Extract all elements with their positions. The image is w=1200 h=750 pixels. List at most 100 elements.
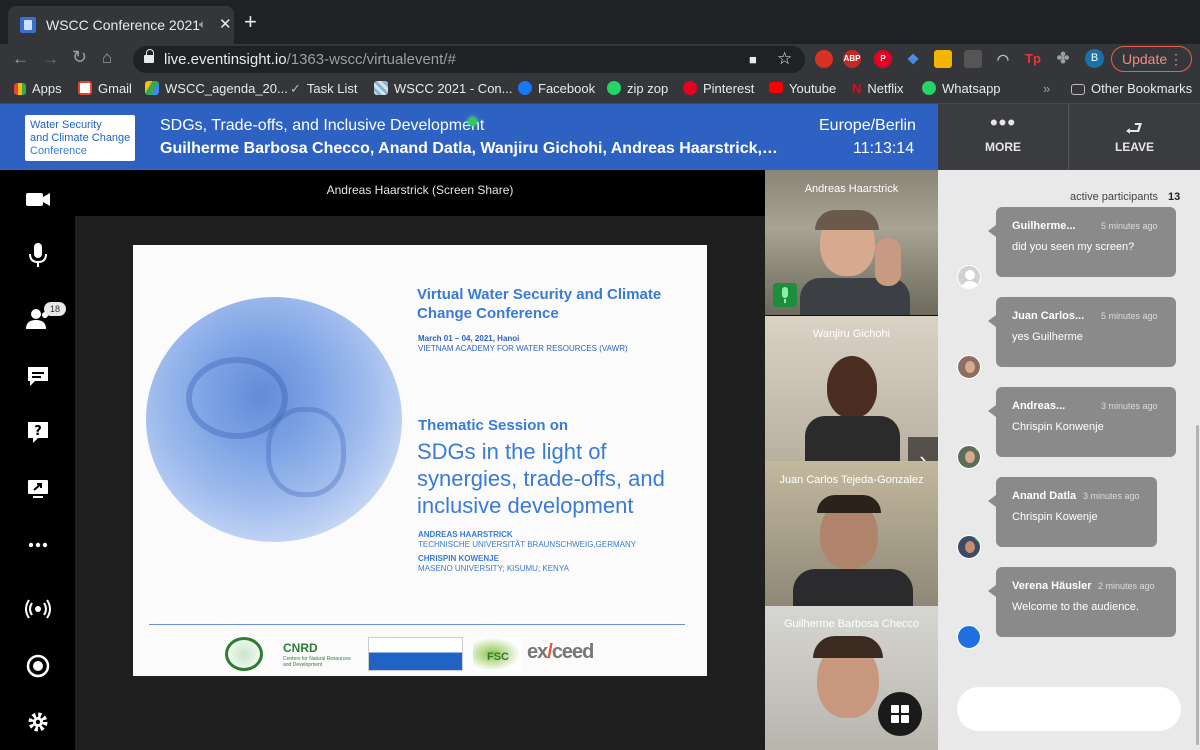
chat-message: Verena Häusler 2 minutes ago Welcome to … <box>988 567 1176 637</box>
bookmark-task-list[interactable]: ✓ Task List <box>290 81 357 97</box>
video-name-wanjiru: Wanjiru Gichohi <box>812 328 891 340</box>
svg-text:?: ? <box>34 424 42 439</box>
slide-conference-title: Virtual Water Security and Climate Chang… <box>417 286 662 322</box>
forward-arrow-icon[interactable]: → <box>42 49 59 69</box>
bookmarks-bar: Apps Gmail WSCC_agenda_20... ✓ Task List … <box>0 74 1200 104</box>
extensions-puzzle-icon[interactable]: ✤ <box>1054 50 1072 68</box>
left-toolbar: ? <box>0 170 75 750</box>
bookmark-gmail[interactable]: Gmail <box>78 81 132 96</box>
bookmark-wscc-agenda[interactable]: WSCC_agenda_20... <box>145 81 288 96</box>
address-bar[interactable]: live.eventinsight.io/1363-wscc/virtualev… <box>133 46 805 73</box>
wscc-logo: Water Security and Climate Change Confer… <box>25 115 135 161</box>
participant-hand <box>875 238 901 286</box>
participant-shirt <box>805 416 900 461</box>
fsc-logo: FSC <box>473 637 521 671</box>
participant-hair <box>817 495 881 513</box>
kebab-menu-icon: ⋮ <box>1169 51 1183 67</box>
more-dots-icon: ••• <box>989 110 1017 135</box>
bookmark-pinterest[interactable]: Pinterest <box>683 81 754 96</box>
chat-avatar <box>957 445 981 469</box>
chat-message: Andreas... 3 minutes ago Chrispin Konwen… <box>988 387 1176 457</box>
adblock-plus-icon[interactable]: ABP <box>843 50 861 68</box>
chat-message-input[interactable] <box>957 687 1181 731</box>
active-participants-count: 13 <box>1168 191 1181 203</box>
youtube-icon <box>769 82 783 93</box>
chat-avatar <box>957 535 981 559</box>
active-participants-label: active participants <box>1070 191 1159 203</box>
bookmark-youtube[interactable]: Youtube <box>769 81 836 96</box>
chat-avatar <box>957 625 981 649</box>
new-tab-button[interactable]: + <box>244 11 257 33</box>
more-options-icon[interactable] <box>24 531 52 559</box>
chat-scrollbar[interactable] <box>1196 425 1199 745</box>
chat-icon[interactable] <box>24 363 52 391</box>
screen-share-icon[interactable] <box>24 474 52 502</box>
tp-extension-icon[interactable]: Tp <box>1024 50 1042 68</box>
live-indicator-icon <box>468 117 477 126</box>
extension-stop-icon[interactable] <box>815 50 833 68</box>
pinterest-extension-icon[interactable]: P <box>874 50 892 68</box>
facebook-icon <box>518 81 532 95</box>
chat-avatar <box>957 355 981 379</box>
notes-extension-icon[interactable] <box>934 50 952 68</box>
questions-icon[interactable]: ? <box>24 418 52 446</box>
participant-hair <box>815 210 879 230</box>
bookmark-apps[interactable]: Apps <box>14 81 62 96</box>
timezone-label: Europe/Berlin <box>819 117 916 134</box>
screen-share-label: Andreas Haarstrick (Screen Share) <box>326 183 514 197</box>
chat-message: Anand Datla 3 minutes ago Chrispin Kowen… <box>988 477 1157 547</box>
reload-icon[interactable]: ↻ <box>72 47 87 68</box>
other-bookmarks[interactable]: Other Bookmarks <box>1071 81 1192 96</box>
video-name-guilherme: Guilherme Barbosa Checco <box>783 618 920 630</box>
arc-extension-icon[interactable]: ◠ <box>994 50 1012 68</box>
session-speakers: Guilherme Barbosa Checco, Anand Datla, W… <box>160 140 778 157</box>
site-icon <box>374 81 388 95</box>
network-logo <box>368 637 463 671</box>
participant-shirt <box>793 569 913 606</box>
cnrd-subtitle: Centers for Natural Resources and Develop… <box>283 656 351 668</box>
bookmark-whatsapp[interactable]: Whatsapp <box>922 81 1001 96</box>
slide-thematic-label: Thematic Session on <box>418 417 569 434</box>
back-arrow-icon[interactable]: ← <box>12 49 29 69</box>
globe-illustration <box>146 297 402 542</box>
slide-authors: ANDREAS HAARSTRICK TECHNISCHE UNIVERSITÄ… <box>418 530 637 573</box>
leave-button[interactable]: ⮐ LEAVE <box>1069 104 1200 170</box>
bookmark-star-icon[interactable]: ☆ <box>777 49 792 69</box>
video-name-andreas: Andreas Haarstrick <box>804 183 899 195</box>
bookmark-facebook[interactable]: Facebook <box>518 81 595 96</box>
site-favicon-icon <box>20 17 36 33</box>
more-button[interactable]: ••• MORE <box>938 104 1069 170</box>
dropbox-icon[interactable]: ❖ <box>904 50 922 68</box>
lock-icon <box>144 49 154 64</box>
browser-tab[interactable]: WSCC Conference 2021 🔈︎ ✕ <box>8 6 234 44</box>
url-text[interactable]: live.eventinsight.io/1363-wscc/virtualev… <box>164 51 456 68</box>
microphone-icon[interactable] <box>24 241 52 269</box>
whatsapp-icon <box>922 81 936 95</box>
leave-arrow-icon: ⮐ <box>1125 118 1143 140</box>
video-name-juan-carlos: Juan Carlos Tejeda-Gonzalez <box>779 474 924 486</box>
bookmark-wscc-2021[interactable]: WSCC 2021 - Con... <box>374 81 513 96</box>
news-extension-icon[interactable] <box>964 50 982 68</box>
bookmark-netflix[interactable]: N Netflix <box>852 81 904 96</box>
camera-toggle-icon[interactable] <box>24 185 52 213</box>
update-button[interactable]: Update ⋮ <box>1111 46 1192 72</box>
camera-icon[interactable]: ■ <box>749 52 757 67</box>
settings-gear-icon[interactable] <box>24 708 52 736</box>
bookmarks-overflow-icon[interactable]: » <box>1043 81 1050 96</box>
browser-toolbar: ← → ↻ ⌂ live.eventinsight.io/1363-wscc/v… <box>0 44 1200 74</box>
record-icon[interactable] <box>24 652 52 680</box>
chat-message: Juan Carlos... 5 minutes ago yes Guilher… <box>988 297 1176 367</box>
close-tab-icon[interactable]: ✕ <box>219 15 232 33</box>
speaker-icon[interactable]: 🔈︎ <box>199 17 206 32</box>
home-icon[interactable]: ⌂ <box>102 48 112 68</box>
broadcast-icon[interactable] <box>24 595 52 623</box>
profile-avatar[interactable]: B <box>1085 49 1104 68</box>
shared-slide: Virtual Water Security and Climate Chang… <box>133 245 707 676</box>
current-time: 11:13:14 <box>853 140 915 157</box>
event-header: Water Security and Climate Change Confer… <box>0 104 938 170</box>
grid-view-icon[interactable] <box>878 692 922 736</box>
netflix-icon: N <box>852 81 862 96</box>
tab-title: WSCC Conference 2021 <box>46 17 201 33</box>
bookmark-zip-zop[interactable]: zip zop <box>607 81 668 96</box>
checkmark-icon: ✓ <box>290 81 301 96</box>
